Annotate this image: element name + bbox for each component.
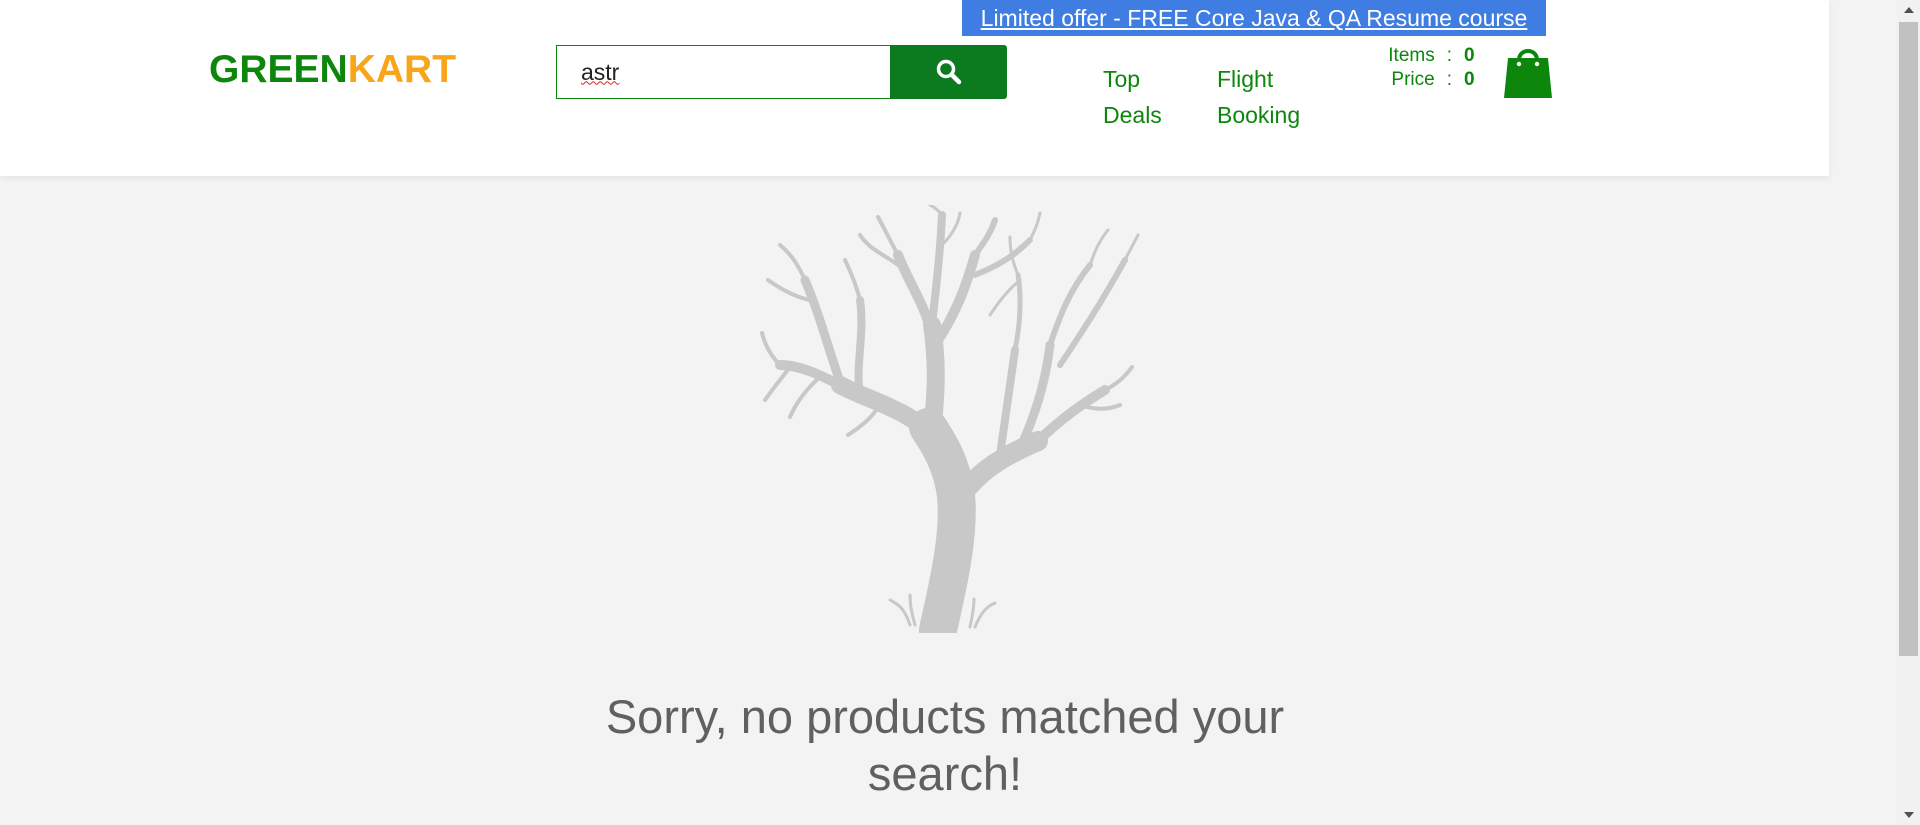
triangle-up-icon — [1903, 7, 1914, 13]
scroll-up-button[interactable] — [1897, 0, 1920, 20]
cart-price-separator: : — [1446, 69, 1452, 90]
cart-button[interactable] — [1502, 42, 1554, 100]
nav-flight-booking-line2: Booking — [1217, 102, 1301, 128]
cart-price-row: Price : 0 — [1372, 68, 1478, 92]
bare-tree-icon — [760, 205, 1140, 633]
cart-items-row: Items : 0 — [1372, 44, 1478, 68]
nav-flight-booking-line1: Flight — [1217, 66, 1274, 92]
page-header: GREENKART Limited offer - FREE Core Java… — [0, 0, 1829, 176]
vertical-scrollbar[interactable] — [1897, 0, 1920, 825]
logo-part-green: GREEN — [209, 48, 348, 91]
triangle-down-icon — [1903, 812, 1914, 818]
logo-part-orange: KART — [347, 48, 457, 91]
cart-items-label: Items — [1388, 45, 1435, 66]
nav-flight-booking-link[interactable]: Flight Booking — [1217, 61, 1317, 133]
nav-top-deals-link[interactable]: Top Deals — [1103, 61, 1183, 133]
cart-items-separator: : — [1446, 45, 1452, 66]
promo-banner: Limited offer - FREE Core Java & QA Resu… — [962, 0, 1546, 36]
nav-top-deals-line2: Deals — [1103, 102, 1162, 128]
search-icon — [936, 59, 961, 85]
scroll-down-button[interactable] — [1897, 805, 1920, 825]
search-form — [556, 45, 1007, 99]
cart-info: Items : 0 Price : 0 — [1372, 44, 1478, 92]
scrollbar-thumb[interactable] — [1899, 22, 1918, 656]
cart-items-count: 0 — [1464, 45, 1475, 66]
greenkart-logo[interactable]: GREENKART — [209, 48, 456, 92]
cart-price-label: Price — [1391, 69, 1435, 90]
search-button[interactable] — [890, 45, 1007, 99]
shopping-bag-icon — [1504, 49, 1552, 98]
search-input[interactable] — [556, 45, 890, 99]
cart-price-value: 0 — [1464, 69, 1475, 90]
promo-link[interactable]: Limited offer - FREE Core Java & QA Resu… — [981, 5, 1528, 32]
nav-top-deals-line1: Top — [1103, 66, 1141, 92]
no-results-message: Sorry, no products matched your search! — [605, 690, 1285, 800]
